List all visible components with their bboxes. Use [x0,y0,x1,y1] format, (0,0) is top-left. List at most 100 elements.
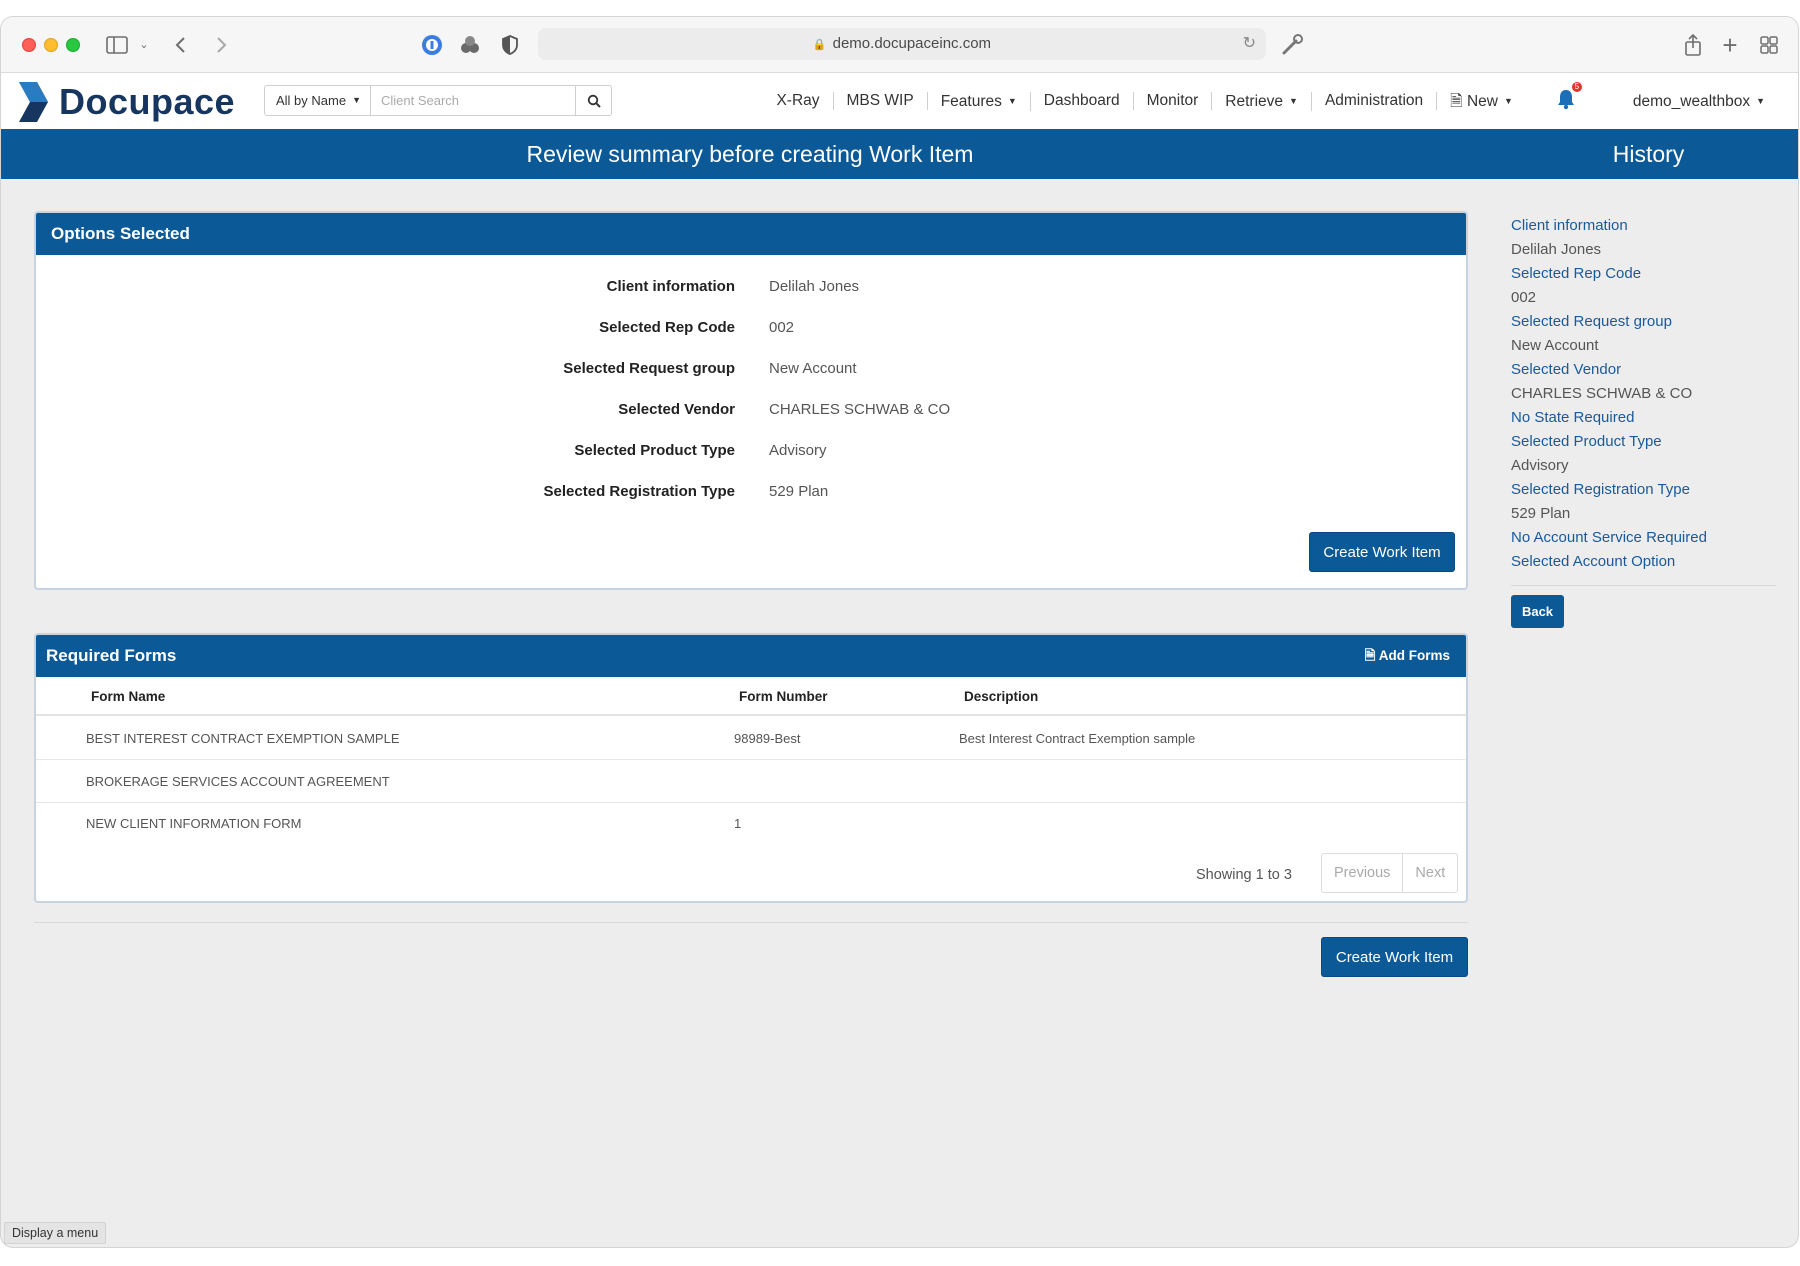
divider [34,922,1468,923]
search-scope-label: All by Name [276,93,347,108]
browser-window: ⌄ 🔒 demo.docupaceinc.com ↻ + Docupace Al… [1,17,1798,1247]
option-label: Selected Rep Code [599,319,735,336]
previous-page-button[interactable]: Previous [1322,854,1402,892]
title-band: Review summary before creating Work Item… [1,129,1798,179]
form-name-cell: BEST INTEREST CONTRACT EXEMPTION SAMPLE [86,731,400,746]
nav-dashboard[interactable]: Dashboard [1031,92,1134,110]
option-value: Advisory [769,442,827,459]
option-value: New Account [769,360,857,377]
form-description-cell: Best Interest Contract Exemption sample [959,731,1196,746]
option-label: Client information [606,278,735,295]
table-row[interactable]: NEW CLIENT INFORMATION FORM 1 [36,803,1466,845]
app-header: Docupace All by Name ▼ X-Ray MBS WIP Feat… [1,73,1798,129]
history-link-no-state-required[interactable]: No State Required [1511,406,1781,430]
next-page-button[interactable]: Next [1402,854,1457,892]
nav-features[interactable]: Features ▼ [928,91,1031,111]
column-header-form-number[interactable]: Form Number [739,677,828,716]
nav-administration[interactable]: Administration [1312,92,1438,110]
history-link-vendor[interactable]: Selected Vendor [1511,358,1781,382]
option-row: Selected Vendor CHARLES SCHWAB & CO [36,401,1466,421]
history-link-no-account-service[interactable]: No Account Service Required [1511,526,1781,550]
caret-down-icon: ▼ [352,95,361,105]
close-window-button[interactable] [22,38,36,52]
zoom-window-button[interactable] [66,38,80,52]
column-header-form-name[interactable]: Form Name [91,677,165,716]
option-label: Selected Request group [563,360,735,377]
main-nav: X-Ray MBS WIP Features ▼ Dashboard Monito… [763,73,1778,129]
password-manager-icon[interactable] [419,32,445,58]
wrench-icon[interactable] [1279,32,1305,58]
form-number-cell: 1 [734,816,742,831]
minimize-window-button[interactable] [44,38,58,52]
forms-table-header: Form Name Form Number Description [36,677,1466,716]
option-label: Selected Product Type [574,442,735,459]
forms-panel-title: Required Forms [46,646,177,665]
user-menu[interactable]: demo_wealthbox ▼ [1620,92,1778,111]
table-row[interactable]: BROKERAGE SERVICES ACCOUNT AGREEMENT [36,761,1466,803]
client-search-group: All by Name ▼ [264,85,612,116]
back-button[interactable]: Back [1511,595,1564,628]
create-work-item-button[interactable]: Create Work Item [1309,532,1455,572]
caret-down-icon: ▼ [1503,95,1513,106]
form-name-cell: NEW CLIENT INFORMATION FORM [86,816,302,831]
option-row: Selected Registration Type 529 Plan [36,483,1466,503]
address-bar[interactable]: 🔒 demo.docupaceinc.com ↻ [538,28,1266,60]
option-value: 529 Plan [769,483,829,500]
share-icon[interactable] [1681,32,1705,58]
table-row[interactable]: BEST INTEREST CONTRACT EXEMPTION SAMPLE … [36,718,1466,760]
history-link-product-type[interactable]: Selected Product Type [1511,430,1781,454]
caret-down-icon: ▼ [1289,95,1298,106]
tab-overview-icon[interactable] [1757,32,1781,58]
history-value: CHARLES SCHWAB & CO [1511,385,1693,402]
required-forms-panel: Required Forms 🗎 Add Forms Form Name For… [34,633,1468,903]
url-text: demo.docupaceinc.com [832,35,992,52]
client-search-input[interactable] [371,86,575,115]
nav-retrieve[interactable]: Retrieve ▼ [1212,91,1312,111]
history-title: History [1612,141,1685,167]
option-value: Delilah Jones [769,278,860,295]
option-value: CHARLES SCHWAB & CO [769,401,951,418]
nav-mbs-wip[interactable]: MBS WIP [834,92,928,110]
history-link-client-information[interactable]: Client information [1511,214,1781,238]
history-link-rep-code[interactable]: Selected Rep Code [1511,262,1781,286]
option-row: Client information Delilah Jones [36,278,1466,298]
notifications-bell[interactable]: 5 [1556,81,1582,115]
add-forms-button[interactable]: 🗎 Add Forms [1365,635,1450,677]
back-arrow-icon[interactable] [171,32,191,58]
reload-icon[interactable]: ↻ [1243,28,1256,60]
status-tooltip: Display a menu [4,1222,107,1244]
document-icon: 🗎 [1450,92,1463,110]
create-work-item-bottom-button[interactable]: Create Work Item [1321,937,1468,977]
nav-xray[interactable]: X-Ray [763,92,834,110]
new-tab-icon[interactable]: + [1718,32,1742,58]
sidebar-toggle-icon[interactable] [106,32,132,58]
search-button[interactable] [575,86,611,115]
form-number-cell: 98989-Best [734,731,801,746]
column-header-description[interactable]: Description [964,677,1038,716]
shield-icon[interactable] [498,32,522,58]
extension-icon[interactable] [457,32,483,58]
forward-arrow-icon[interactable] [211,32,231,58]
history-link-account-option[interactable]: Selected Account Option [1511,550,1781,574]
caret-down-icon: ▼ [1007,95,1017,106]
nav-new[interactable]: 🗎 New ▼ [1437,92,1526,111]
document-icon: 🗎 [1364,648,1376,663]
history-value: Delilah Jones [1511,241,1602,258]
option-row: Selected Request group New Account [36,360,1466,380]
docupace-logo[interactable]: Docupace [17,80,235,124]
options-selected-panel: Options Selected Client information Deli… [34,211,1468,590]
search-scope-select[interactable]: All by Name ▼ [265,86,371,115]
logo-chevron-icon [19,82,48,122]
chevron-down-icon[interactable]: ⌄ [137,32,151,58]
history-link-registration-type[interactable]: Selected Registration Type [1511,478,1781,502]
history-value: New Account [1511,337,1599,354]
history-divider [1511,585,1776,586]
nav-monitor[interactable]: Monitor [1134,92,1213,110]
logo-text: Docupace [59,81,236,122]
history-value: Advisory [1511,457,1569,474]
nav-features-label: Features [940,92,1002,110]
nav-retrieve-label: Retrieve [1225,92,1284,110]
form-name-cell: BROKERAGE SERVICES ACCOUNT AGREEMENT [86,774,390,789]
history-link-request-group[interactable]: Selected Request group [1511,310,1781,334]
lock-icon: 🔒 [812,39,827,51]
